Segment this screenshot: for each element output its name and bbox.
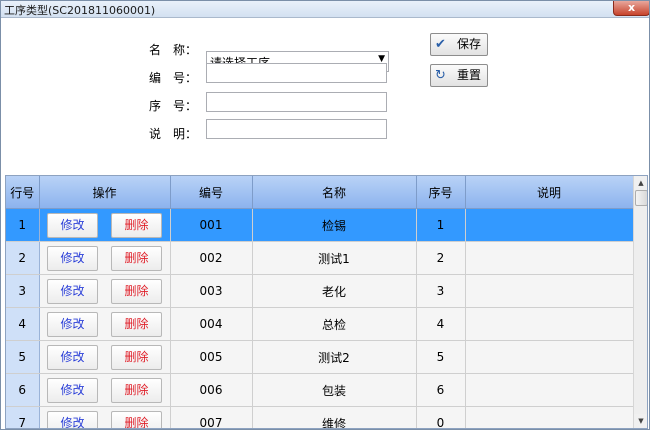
order-field[interactable] xyxy=(206,92,387,112)
table-row[interactable]: 5 修改 删除 005 测试2 5 xyxy=(6,340,634,374)
number-field[interactable] xyxy=(206,63,387,83)
scroll-down-icon[interactable]: ▼ xyxy=(634,414,647,428)
actions-cell: 修改 删除 xyxy=(39,274,171,308)
delete-button[interactable]: 删除 xyxy=(111,410,162,428)
description-field[interactable] xyxy=(206,119,387,139)
code-cell[interactable]: 003 xyxy=(170,274,253,308)
description-cell[interactable] xyxy=(465,241,634,275)
delete-button[interactable]: 删除 xyxy=(111,344,162,370)
table-header-row: 行号 操作 编号 名称 序号 说明 xyxy=(6,176,634,209)
reset-button[interactable]: ↻ 重置 xyxy=(430,64,488,87)
description-label: 说 明： xyxy=(149,127,198,141)
table-row[interactable]: 4 修改 删除 004 总检 4 xyxy=(6,307,634,341)
code-cell[interactable]: 007 xyxy=(170,406,253,428)
order-cell[interactable]: 6 xyxy=(416,373,466,407)
edit-button[interactable]: 修改 xyxy=(47,344,98,370)
window-title: 工序类型(SC201811060001) xyxy=(4,4,156,17)
code-cell[interactable]: 005 xyxy=(170,340,253,374)
description-cell[interactable] xyxy=(465,406,634,428)
code-cell[interactable]: 002 xyxy=(170,241,253,275)
code-cell[interactable]: 004 xyxy=(170,307,253,341)
name-cell[interactable]: 包装 xyxy=(252,373,417,407)
actions-cell: 修改 删除 xyxy=(39,208,171,242)
edit-button[interactable]: 修改 xyxy=(47,377,98,403)
description-cell[interactable] xyxy=(465,340,634,374)
save-button[interactable]: ✔ 保存 xyxy=(430,33,488,56)
vertical-scrollbar[interactable]: ▲ ▼ xyxy=(633,176,647,428)
delete-button[interactable]: 删除 xyxy=(111,278,162,304)
close-icon: x xyxy=(627,1,636,14)
name-cell[interactable]: 检锡 xyxy=(252,208,417,242)
form-area: 名 称： 请选择工序 ▼ 编 号： 序 号： 说 明： ✔ 保存 ↻ 重置 xyxy=(2,18,648,173)
refresh-icon: ↻ xyxy=(435,68,446,83)
row-number-cell[interactable]: 5 xyxy=(6,340,40,374)
table-row[interactable]: 6 修改 删除 006 包装 6 xyxy=(6,373,634,407)
scroll-up-icon[interactable]: ▲ xyxy=(634,176,647,190)
code-cell[interactable]: 001 xyxy=(170,208,253,242)
description-cell[interactable] xyxy=(465,208,634,242)
order-cell[interactable]: 1 xyxy=(416,208,466,242)
edit-button[interactable]: 修改 xyxy=(47,311,98,337)
table-row[interactable]: 3 修改 删除 003 老化 3 xyxy=(6,274,634,308)
delete-button[interactable]: 删除 xyxy=(111,377,162,403)
description-cell[interactable] xyxy=(465,274,634,308)
name-cell[interactable]: 测试1 xyxy=(252,241,417,275)
reset-button-label: 重置 xyxy=(457,68,482,82)
number-label: 编 号： xyxy=(149,71,198,85)
order-cell[interactable]: 5 xyxy=(416,340,466,374)
name-cell[interactable]: 老化 xyxy=(252,274,417,308)
order-cell[interactable]: 3 xyxy=(416,274,466,308)
actions-cell: 修改 删除 xyxy=(39,406,171,428)
actions-cell: 修改 删除 xyxy=(39,373,171,407)
header-name[interactable]: 名称 xyxy=(252,176,417,209)
delete-button[interactable]: 删除 xyxy=(111,311,162,337)
description-cell[interactable] xyxy=(465,307,634,341)
code-cell[interactable]: 006 xyxy=(170,373,253,407)
checkmark-icon: ✔ xyxy=(435,37,446,52)
row-number-cell[interactable]: 2 xyxy=(6,241,40,275)
delete-button[interactable]: 删除 xyxy=(111,212,162,238)
row-number-cell[interactable]: 4 xyxy=(6,307,40,341)
save-button-label: 保存 xyxy=(457,37,482,51)
header-description[interactable]: 说明 xyxy=(465,176,634,209)
actions-cell: 修改 删除 xyxy=(39,307,171,341)
edit-button[interactable]: 修改 xyxy=(47,212,98,238)
scrollbar-thumb[interactable] xyxy=(635,190,647,206)
process-table: 行号 操作 编号 名称 序号 说明 1 修改 删除 001 检锡 1 2 修改 删除 002 测试1… xyxy=(5,175,648,429)
header-order[interactable]: 序号 xyxy=(416,176,466,209)
description-cell[interactable] xyxy=(465,373,634,407)
row-number-cell[interactable]: 6 xyxy=(6,373,40,407)
name-cell[interactable]: 测试2 xyxy=(252,340,417,374)
name-label: 名 称： xyxy=(149,43,198,57)
header-code[interactable]: 编号 xyxy=(170,176,253,209)
header-actions[interactable]: 操作 xyxy=(39,176,171,209)
header-row-number[interactable]: 行号 xyxy=(6,176,40,209)
close-button[interactable]: x xyxy=(613,1,649,16)
dialog-window: 工序类型(SC201811060001) x 名 称： 请选择工序 ▼ 编 号：… xyxy=(0,0,650,430)
order-cell[interactable]: 4 xyxy=(416,307,466,341)
table-row[interactable]: 2 修改 删除 002 测试1 2 xyxy=(6,241,634,275)
actions-cell: 修改 删除 xyxy=(39,241,171,275)
title-bar[interactable]: 工序类型(SC201811060001) x xyxy=(1,1,649,18)
edit-button[interactable]: 修改 xyxy=(47,278,98,304)
name-cell[interactable]: 维修 xyxy=(252,406,417,428)
edit-button[interactable]: 修改 xyxy=(47,410,98,428)
order-label: 序 号： xyxy=(149,99,198,113)
table-row[interactable]: 7 修改 删除 007 维修 0 xyxy=(6,406,634,428)
edit-button[interactable]: 修改 xyxy=(47,245,98,271)
name-cell[interactable]: 总检 xyxy=(252,307,417,341)
delete-button[interactable]: 删除 xyxy=(111,245,162,271)
row-number-cell[interactable]: 3 xyxy=(6,274,40,308)
table-row[interactable]: 1 修改 删除 001 检锡 1 xyxy=(6,208,634,242)
order-cell[interactable]: 0 xyxy=(416,406,466,428)
order-cell[interactable]: 2 xyxy=(416,241,466,275)
row-number-cell[interactable]: 1 xyxy=(6,208,40,242)
row-number-cell[interactable]: 7 xyxy=(6,406,40,428)
actions-cell: 修改 删除 xyxy=(39,340,171,374)
